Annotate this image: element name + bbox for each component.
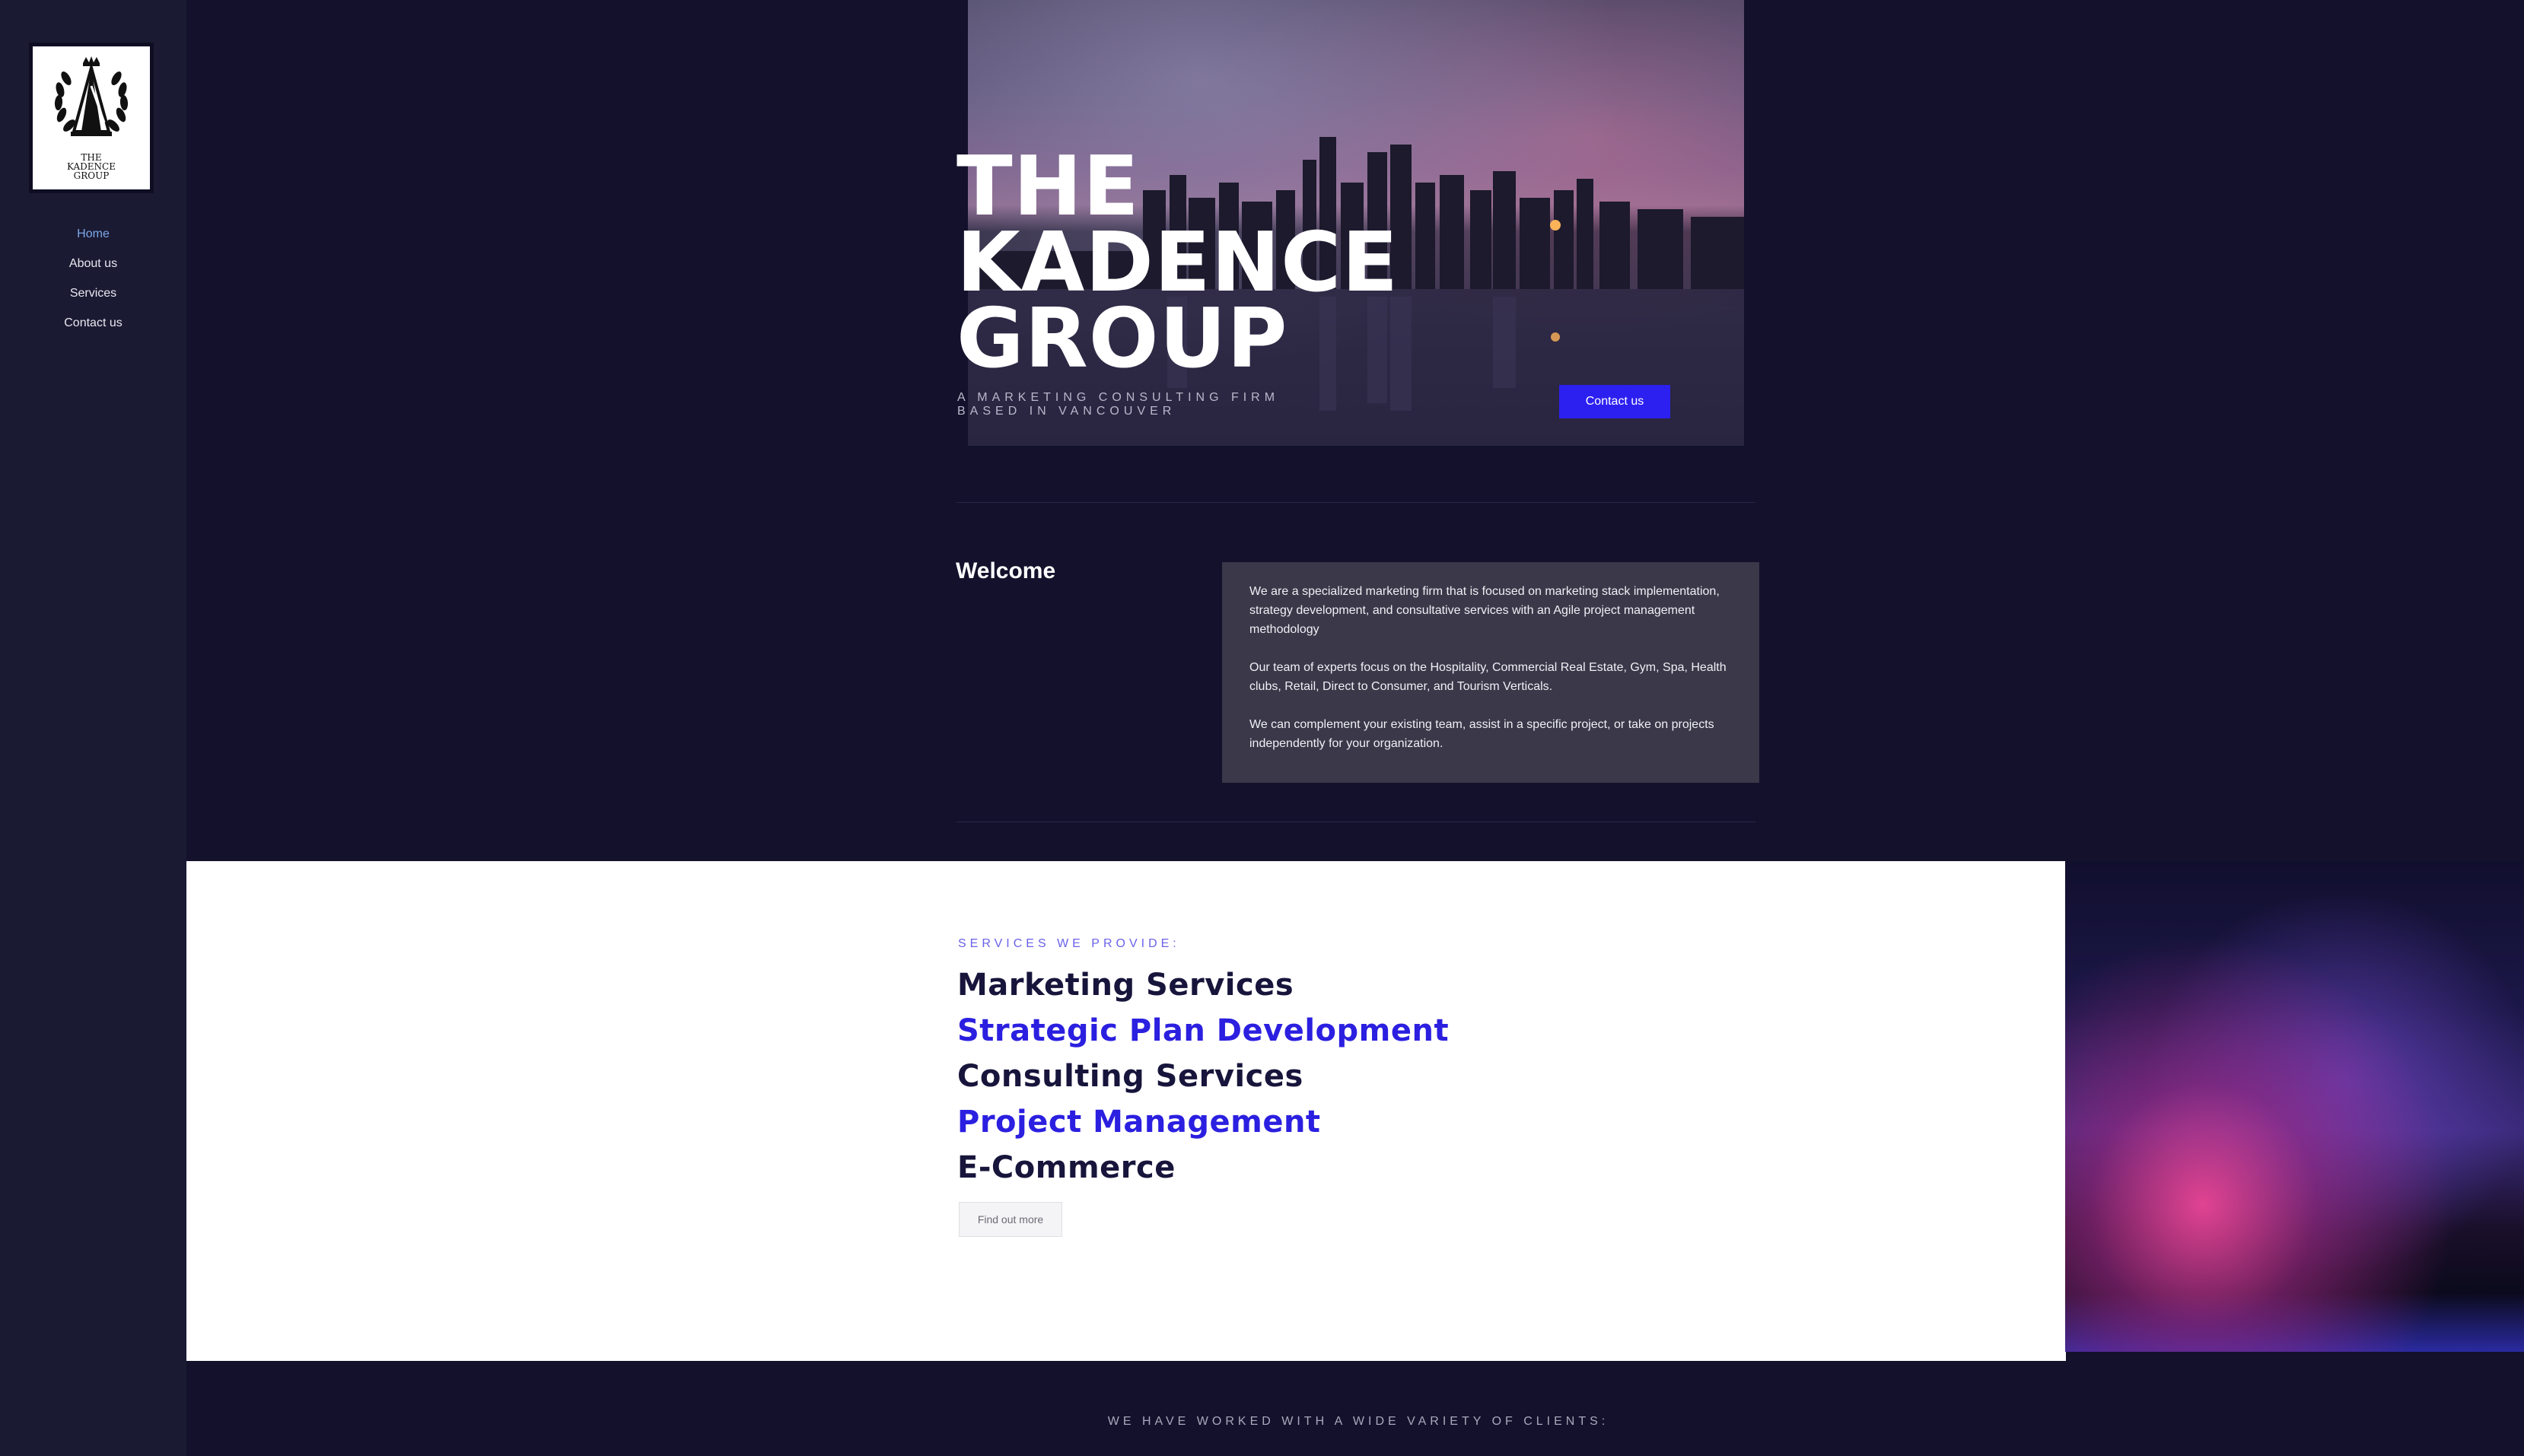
logo-wordmark: THE KADENCE GROUP bbox=[67, 153, 116, 180]
nav-item-home[interactable]: Home bbox=[0, 225, 186, 255]
welcome-title: Welcome bbox=[956, 558, 1056, 583]
services-kicker: SERVICES WE PROVIDE: bbox=[958, 937, 1180, 950]
welcome-paragraph: We can complement your existing team, as… bbox=[1249, 718, 1714, 750]
logo-line: GROUP bbox=[73, 170, 110, 181]
clients-kicker: WE HAVE WORKED WITH A WIDE VARIETY OF CL… bbox=[1107, 1415, 1609, 1428]
contact-us-button[interactable]: Contact us bbox=[1559, 385, 1670, 418]
nav-item-contact-us[interactable]: Contact us bbox=[0, 314, 186, 344]
services-abstract-image bbox=[2065, 861, 2524, 1352]
hero-title-line: KADENCE bbox=[956, 215, 1399, 310]
service-item: Marketing Services bbox=[957, 968, 1294, 1003]
welcome-paragraph: We are a specialized marketing firm that… bbox=[1249, 585, 1720, 636]
service-item: Consulting Services bbox=[957, 1059, 1303, 1094]
hero-title-line: GROUP bbox=[956, 291, 1288, 386]
welcome-card: We are a specialized marketing firm that… bbox=[1222, 562, 1759, 783]
main-nav: Home About us Services Contact us bbox=[0, 225, 186, 344]
section-divider bbox=[956, 502, 1755, 503]
nav-item-services[interactable]: Services bbox=[0, 285, 186, 314]
service-item: Project Management bbox=[957, 1105, 1321, 1140]
hero-title: THE KADENCE GROUP bbox=[956, 139, 1399, 386]
hero-subtitle: A MARKETING CONSULTING FIRM BASED IN VAN… bbox=[957, 391, 1280, 418]
sidebar: THE KADENCE GROUP Home About us Services… bbox=[0, 0, 186, 1456]
find-out-more-button[interactable]: Find out more bbox=[959, 1202, 1062, 1237]
logo[interactable]: THE KADENCE GROUP bbox=[29, 43, 154, 193]
hero-title-line: THE bbox=[956, 139, 1140, 234]
services-list: Marketing Services Strategic Plan Develo… bbox=[957, 962, 1449, 1191]
service-item: E-Commerce bbox=[957, 1150, 1176, 1185]
nav-item-about-us[interactable]: About us bbox=[0, 255, 186, 285]
laurel-crown-logo-icon bbox=[54, 56, 129, 136]
welcome-paragraph: Our team of experts focus on the Hospita… bbox=[1249, 661, 1727, 693]
service-item: Strategic Plan Development bbox=[957, 1013, 1450, 1048]
